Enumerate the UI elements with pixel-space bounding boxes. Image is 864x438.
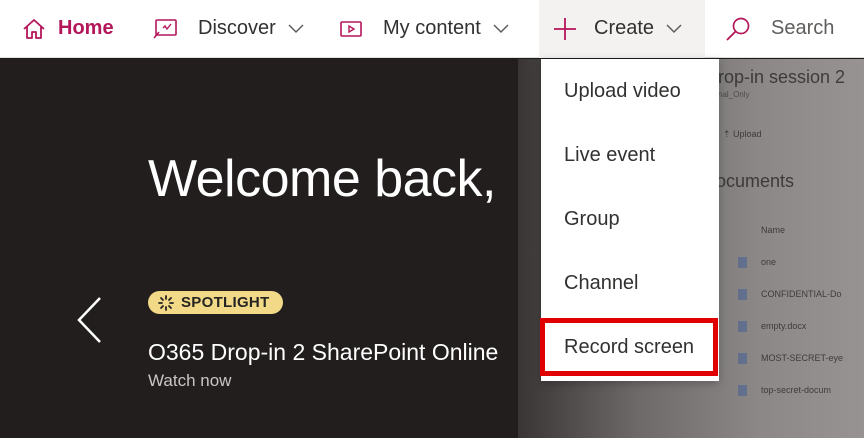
featured-video-title[interactable]: O365 Drop-in 2 SharePoint Online	[148, 339, 498, 366]
create-dropdown-menu: Upload video Live event Group Channel Re…	[540, 59, 719, 381]
hero-carousel: rop-in session 2 nal_Only ⇡ Upload ocume…	[0, 59, 864, 438]
preview-section: ocuments	[716, 171, 795, 191]
nav-home-label: Home	[58, 17, 114, 39]
list-item: CONFIDENTIAL-Do	[738, 278, 843, 310]
page: Home Discover My content Create Search r…	[0, 0, 864, 438]
nav-my-content[interactable]: My content	[325, 0, 539, 58]
file-icon	[738, 352, 747, 364]
menu-item-channel[interactable]: Channel	[541, 251, 719, 315]
chevron-left-icon	[74, 297, 104, 349]
preview-toolbar: ⇡ Upload	[723, 129, 762, 139]
nav-create[interactable]: Create	[539, 0, 705, 58]
nav-create-label: Create	[594, 17, 655, 39]
chevron-down-icon	[288, 23, 304, 34]
watch-now-link[interactable]: Watch now	[148, 371, 231, 391]
menu-item-group[interactable]: Group	[541, 187, 719, 251]
chevron-down-icon	[493, 23, 509, 34]
preview-subtitle: nal_Only	[718, 90, 750, 99]
list-item: empty.docx	[738, 310, 843, 342]
preview-upload: Upload	[733, 129, 762, 139]
list-item: MOST-SECRET-eye	[738, 342, 843, 374]
nav-my-content-label: My content	[383, 17, 481, 39]
nav-home[interactable]: Home	[0, 0, 138, 58]
home-icon	[22, 18, 46, 40]
spotlight-icon	[158, 294, 174, 311]
search-icon	[725, 16, 751, 42]
spotlight-label: SPOTLIGHT	[181, 294, 270, 311]
preview-file-list: Name one CONFIDENTIAL-Do empty.docx MOST…	[738, 214, 843, 406]
list-item: top-secret-docum	[738, 374, 843, 406]
file-icon	[738, 320, 747, 332]
nav-discover-label: Discover	[198, 17, 276, 39]
list-item: one	[738, 246, 843, 278]
preview-title: rop-in session 2	[718, 67, 846, 87]
menu-item-record-screen[interactable]: Record screen	[540, 315, 719, 379]
menu-item-live-event[interactable]: Live event	[541, 123, 719, 187]
carousel-previous-button[interactable]	[74, 295, 104, 350]
welcome-heading: Welcome back,	[148, 150, 497, 208]
spotlight-badge: SPOTLIGHT	[148, 291, 283, 314]
plus-icon	[552, 16, 578, 42]
file-icon	[738, 256, 747, 268]
top-navigation: Home Discover My content Create Search	[0, 0, 864, 58]
search-box[interactable]: Search	[705, 0, 864, 58]
chevron-down-icon	[666, 23, 682, 34]
nav-discover[interactable]: Discover	[138, 0, 325, 58]
highlight-box	[540, 318, 718, 376]
file-icon	[738, 384, 747, 396]
discover-icon	[152, 18, 178, 40]
preview-column-header: Name	[761, 225, 786, 235]
video-icon	[339, 19, 363, 39]
menu-item-upload-video[interactable]: Upload video	[541, 59, 719, 123]
search-placeholder: Search	[771, 17, 835, 39]
file-icon	[738, 288, 747, 300]
